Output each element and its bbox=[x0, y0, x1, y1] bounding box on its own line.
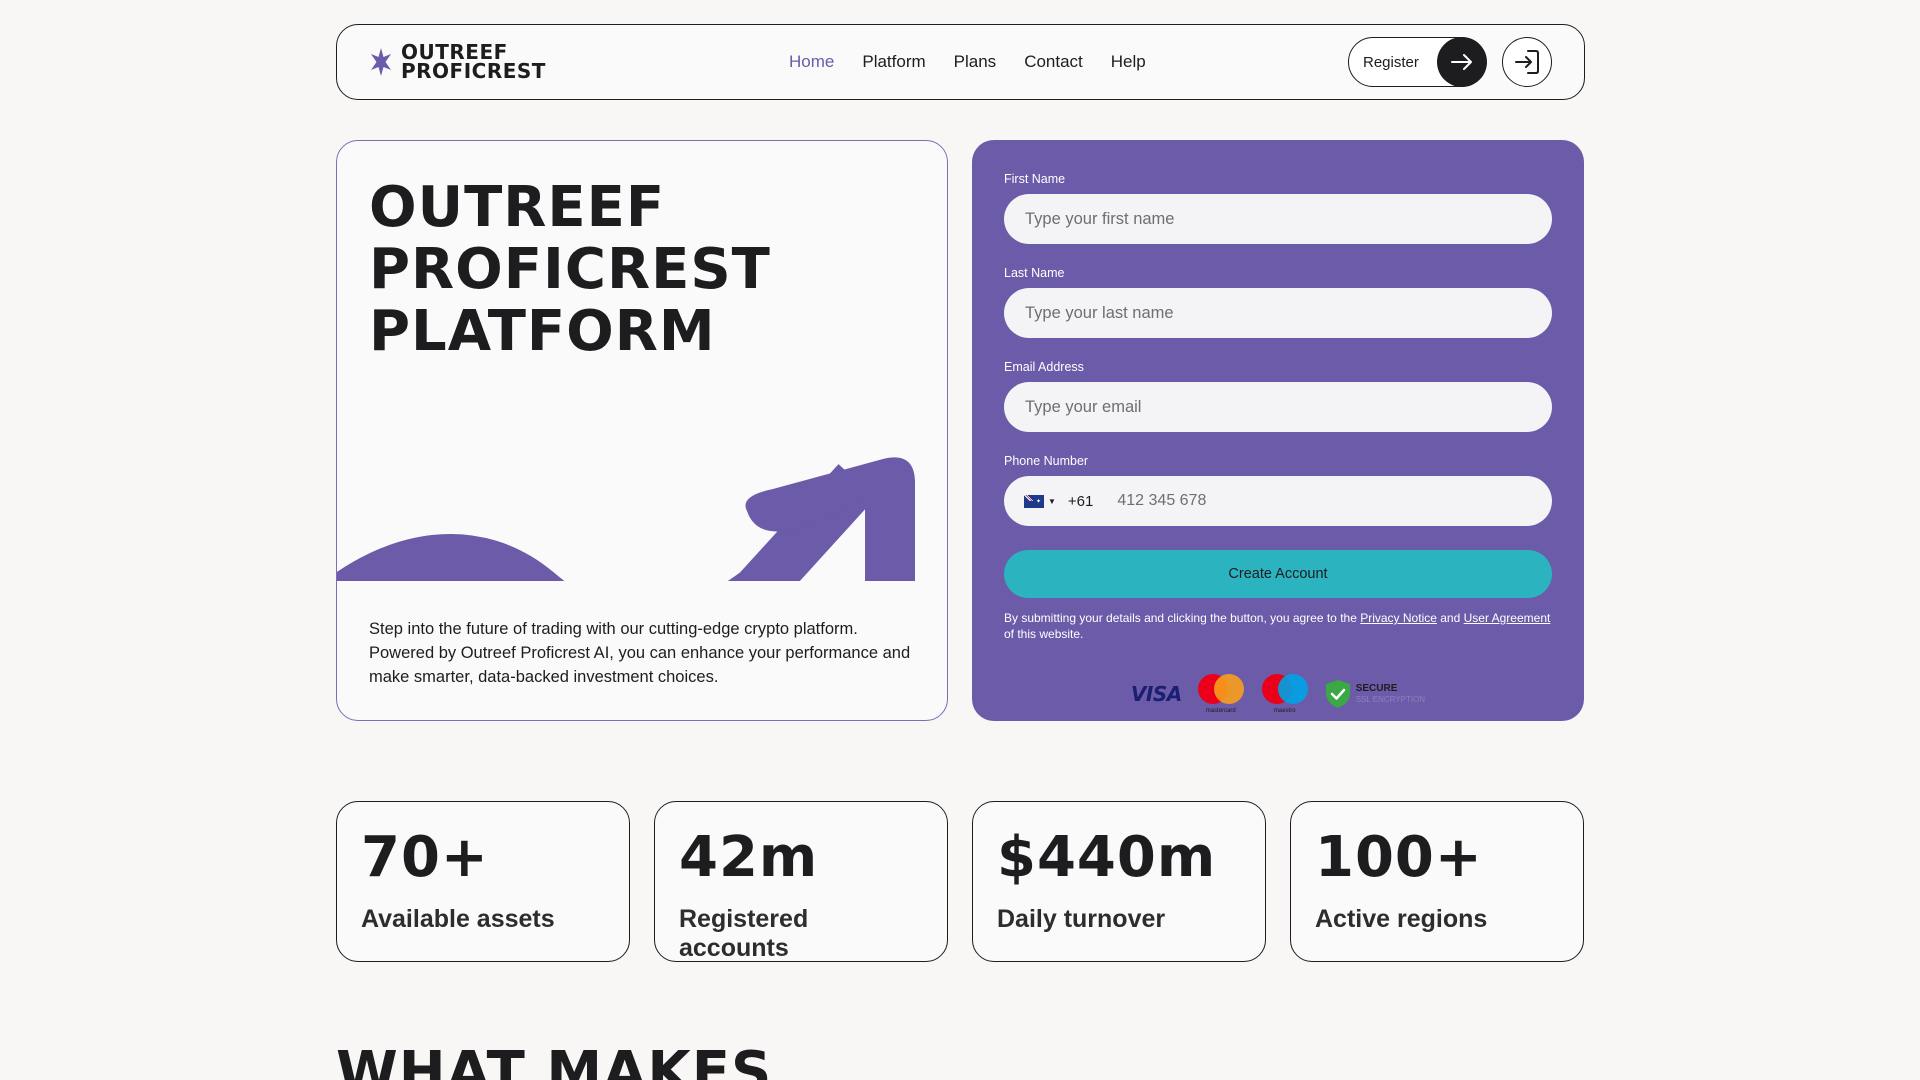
nav-platform[interactable]: Platform bbox=[862, 52, 925, 72]
maestro-logo: maestro bbox=[1260, 674, 1310, 714]
maestro-caption: maestro bbox=[1273, 708, 1296, 714]
stat-value: 100+ bbox=[1315, 825, 1483, 890]
brand-name-line2: PROFICREST bbox=[401, 59, 546, 83]
terms-text: By submitting your details and clicking … bbox=[1004, 610, 1552, 642]
stat-card: 100+ Active regions bbox=[1290, 801, 1584, 962]
phone-label: Phone Number bbox=[1004, 454, 1089, 468]
stat-value: 70+ bbox=[361, 825, 489, 890]
secure-subtitle: SSL ENCRYPTION bbox=[1355, 695, 1426, 704]
nav-contact[interactable]: Contact bbox=[1024, 52, 1083, 72]
stats-row: 70+ Available assets 42m Registered acco… bbox=[336, 801, 1584, 962]
register-label: Register bbox=[1363, 53, 1419, 71]
login-icon bbox=[1515, 50, 1539, 74]
secure-label: SECURE SSL ENCRYPTION bbox=[1356, 683, 1425, 705]
payment-logos: VISA mastercard maestro SECURE SSL ENCRY… bbox=[1004, 674, 1552, 714]
star-logo-icon bbox=[371, 48, 391, 76]
nav-plans[interactable]: Plans bbox=[954, 52, 997, 72]
phone-field: ▼ +61 bbox=[1004, 476, 1552, 526]
site-header: OUTREEF PROFICREST Home Platform Plans C… bbox=[336, 24, 1585, 100]
first-name-field[interactable] bbox=[1004, 194, 1552, 244]
header-actions: Register bbox=[1348, 37, 1552, 87]
section-heading: WHAT MAKES bbox=[336, 1040, 773, 1080]
stat-label: Available assets bbox=[361, 905, 555, 933]
register-button[interactable]: Register bbox=[1348, 37, 1487, 87]
stat-card: $440m Daily turnover bbox=[972, 801, 1266, 962]
nav-home[interactable]: Home bbox=[789, 52, 834, 72]
arrow-right-icon bbox=[1436, 37, 1487, 87]
main-nav: Home Platform Plans Contact Help bbox=[789, 52, 1146, 72]
visa-logo: VISA bbox=[1130, 682, 1182, 706]
stat-label: Daily turnover bbox=[997, 905, 1166, 933]
shield-check-icon bbox=[1325, 680, 1350, 708]
registration-form: First Name Last Name Email Address Phone… bbox=[972, 140, 1584, 721]
privacy-notice-link[interactable]: Privacy Notice bbox=[1360, 611, 1437, 625]
australia-flag-icon[interactable] bbox=[1024, 494, 1044, 508]
nav-help[interactable]: Help bbox=[1111, 52, 1146, 72]
email-field[interactable] bbox=[1004, 382, 1552, 432]
login-button[interactable] bbox=[1502, 37, 1552, 87]
hero-description: Step into the future of trading with our… bbox=[369, 620, 911, 686]
ssl-secure-badge: SECURE SSL ENCRYPTION bbox=[1324, 679, 1425, 709]
stat-value: 42m bbox=[679, 825, 819, 890]
terms-and: and bbox=[1440, 611, 1461, 625]
last-name-field[interactable] bbox=[1004, 288, 1552, 338]
caret-down-icon[interactable]: ▼ bbox=[1048, 497, 1056, 506]
create-account-button[interactable]: Create Account bbox=[1004, 550, 1552, 598]
hero-title-line1: OUTREEF bbox=[369, 175, 666, 240]
brand-logo[interactable]: OUTREEF PROFICREST bbox=[369, 42, 789, 83]
stat-card: 42m Registered accounts bbox=[654, 801, 948, 962]
user-agreement-link[interactable]: User Agreement bbox=[1464, 611, 1551, 625]
terms-prefix: By submitting your details and clicking … bbox=[1004, 611, 1357, 625]
secure-title: SECURE bbox=[1355, 683, 1398, 694]
hero-card: OUTREEF PROFICREST PLATFORM Step into th… bbox=[336, 140, 948, 721]
mastercard-logo: mastercard bbox=[1196, 674, 1246, 714]
first-name-label: First Name bbox=[1004, 172, 1066, 186]
stat-label: Active regions bbox=[1315, 905, 1488, 933]
mastercard-caption: mastercard bbox=[1205, 708, 1236, 714]
email-label: Email Address bbox=[1004, 360, 1084, 374]
dial-code: +61 bbox=[1067, 492, 1094, 510]
stat-card: 70+ Available assets bbox=[336, 801, 630, 962]
terms-suffix: of this website. bbox=[1004, 627, 1084, 641]
phone-input[interactable] bbox=[1117, 476, 1532, 526]
growth-arrow-illustration bbox=[337, 457, 915, 581]
last-name-label: Last Name bbox=[1004, 266, 1065, 280]
stat-label: Registered accounts bbox=[679, 905, 809, 962]
stat-value: $440m bbox=[997, 825, 1217, 890]
brand-name: OUTREEF PROFICREST bbox=[401, 42, 546, 83]
